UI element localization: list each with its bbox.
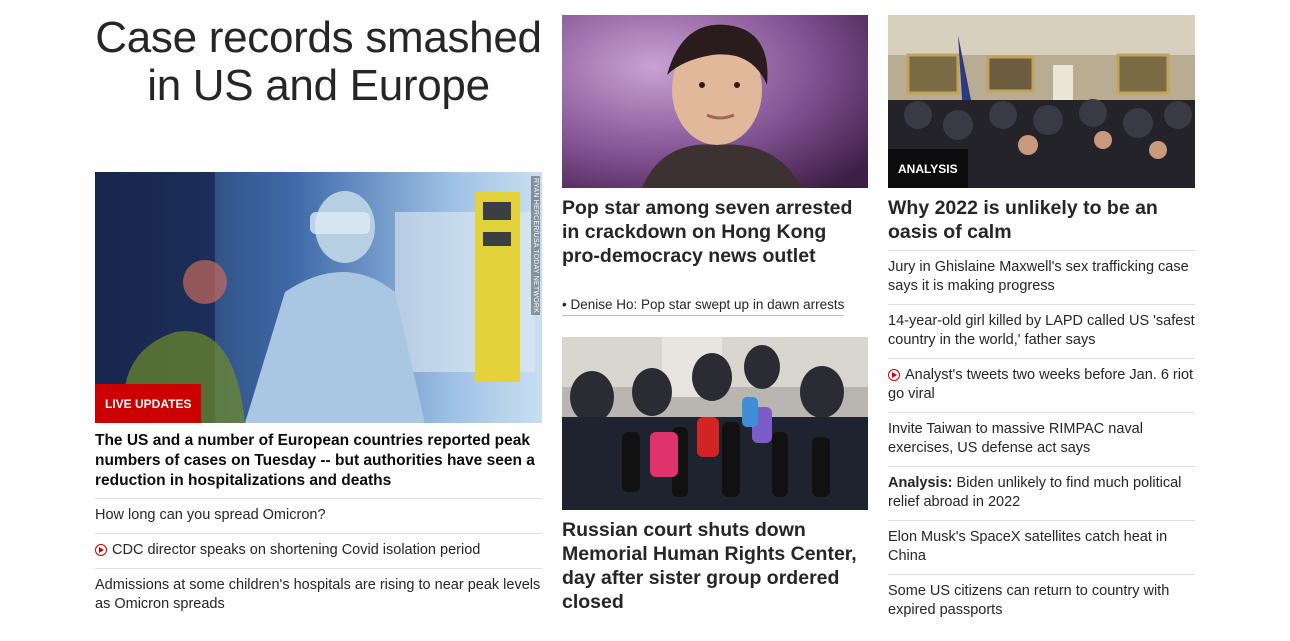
russia-story-image[interactable] xyxy=(562,337,868,510)
capitol-riot-image[interactable]: ANALYSIS xyxy=(888,15,1195,188)
hong-kong-story-image[interactable] xyxy=(562,15,868,188)
lead-summary[interactable]: The US and a number of European countrie… xyxy=(95,431,542,491)
list-item[interactable]: How long can you spread Omicron? xyxy=(95,498,542,533)
press-microphones-photo xyxy=(562,337,868,510)
pop-star-photo xyxy=(562,15,868,188)
denise-ho-related-link[interactable]: • Denise Ho: Pop star swept up in dawn a… xyxy=(562,296,845,316)
list-item[interactable]: Analysis: Biden unlikely to find much po… xyxy=(888,466,1195,520)
lead-story: Case records smashed in US and Europe RY… xyxy=(95,0,542,612)
list-item[interactable]: Elon Musk's SpaceX satellites catch heat… xyxy=(888,520,1195,574)
hong-kong-headline[interactable]: Pop star among seven arrested in crackdo… xyxy=(562,196,862,268)
russia-headline[interactable]: Russian court shuts down Memorial Human … xyxy=(562,518,862,614)
lead-related-links: How long can you spread Omicron? CDC dir… xyxy=(95,498,542,622)
lead-headline[interactable]: Case records smashed in US and Europe xyxy=(95,14,542,110)
list-item[interactable]: Analyst's tweets two weeks before Jan. 6… xyxy=(888,358,1195,412)
play-circle-icon xyxy=(888,369,900,381)
list-item[interactable]: Invite Taiwan to massive RIMPAC naval ex… xyxy=(888,412,1195,466)
photo-credit: RYAN HERCER/USA TODAY NETWORK xyxy=(531,176,540,315)
live-updates-badge[interactable]: LIVE UPDATES xyxy=(95,384,202,423)
right-related-links: Jury in Ghislaine Maxwell's sex traffick… xyxy=(888,250,1195,628)
list-item[interactable]: 14-year-old girl killed by LAPD called U… xyxy=(888,304,1195,358)
analysis-badge[interactable]: ANALYSIS xyxy=(888,149,968,188)
play-circle-icon xyxy=(95,544,107,556)
list-item[interactable]: Admissions at some children's hospitals … xyxy=(95,568,542,622)
list-item[interactable]: CDC director speaks on shortening Covid … xyxy=(95,533,542,568)
list-item[interactable]: Some US citizens can return to country w… xyxy=(888,574,1195,628)
lead-image[interactable]: RYAN HERCER/USA TODAY NETWORK LIVE UPDAT… xyxy=(95,172,542,423)
analysis-label: Analysis: xyxy=(888,475,953,491)
list-item[interactable]: Jury in Ghislaine Maxwell's sex traffick… xyxy=(888,250,1195,304)
analysis-headline[interactable]: Why 2022 is unlikely to be an oasis of c… xyxy=(888,196,1188,244)
